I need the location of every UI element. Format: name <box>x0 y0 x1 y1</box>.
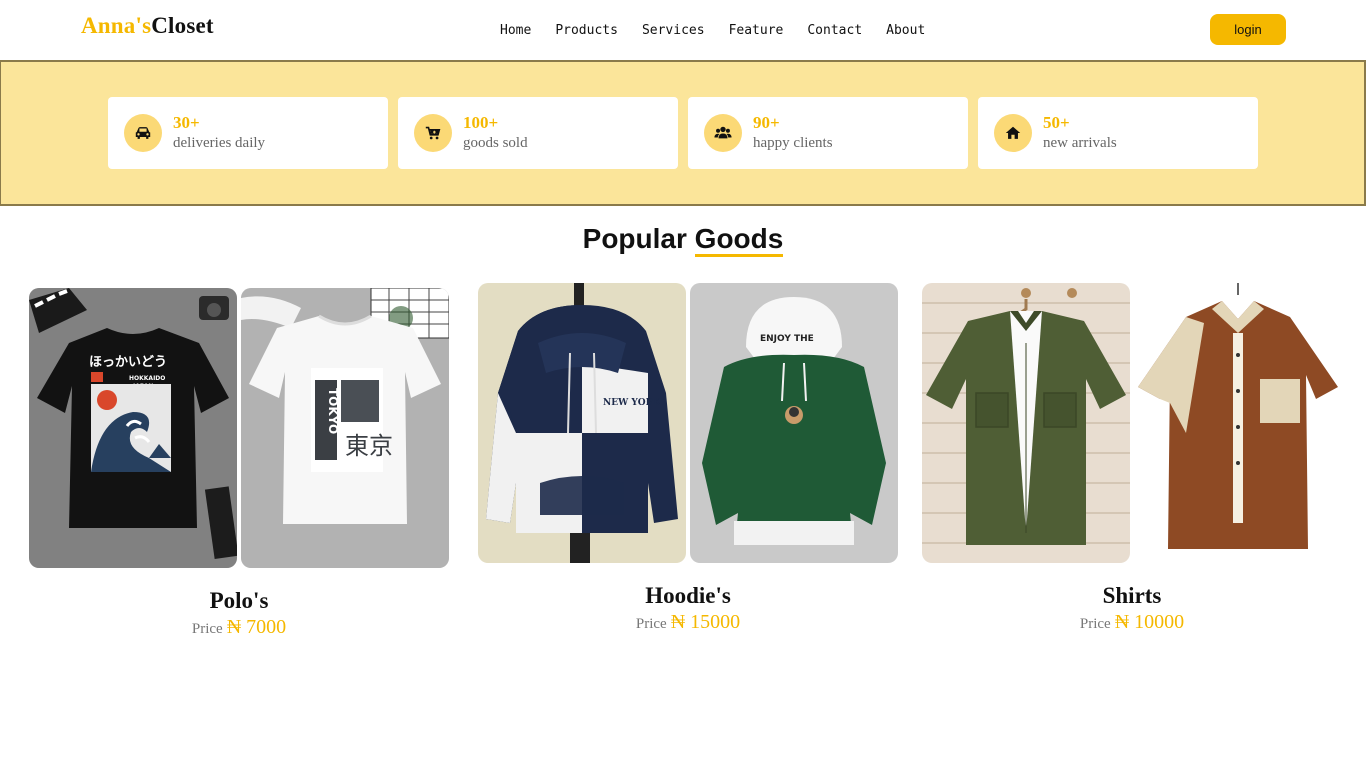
section-title-plain: Popular <box>582 223 687 254</box>
stat-card-clients: 90+ happy clients <box>688 97 968 169</box>
svg-text:TOKYO: TOKYO <box>326 388 340 434</box>
nav-contact[interactable]: Contact <box>807 23 862 38</box>
nav-feature[interactable]: Feature <box>729 23 784 38</box>
home-icon <box>994 114 1032 152</box>
brand-first: Anna's <box>81 13 152 38</box>
product-name: Polo's <box>209 588 269 613</box>
stat-label: deliveries daily <box>173 135 266 151</box>
cart-icon <box>414 114 452 152</box>
product-price: Price ₦ 10000 <box>922 611 1342 634</box>
nav-products[interactable]: Products <box>555 23 618 38</box>
stat-label: goods sold <box>463 135 528 151</box>
section-title: Popular Goods <box>0 223 1366 257</box>
stat-label: new arrivals <box>1043 135 1117 151</box>
nav-about[interactable]: About <box>886 23 925 38</box>
svg-text:NEW YORK: NEW YORK <box>603 398 662 408</box>
section-title-underlined: Goods <box>694 223 784 257</box>
nav-home[interactable]: Home <box>500 23 531 38</box>
car-icon <box>124 114 162 152</box>
stat-label: happy clients <box>753 135 833 151</box>
product-image-olive-shirt[interactable] <box>922 283 1130 563</box>
stat-card-deliveries: 30+ deliveries daily <box>108 97 388 169</box>
product-price: Price ₦ 15000 <box>478 611 898 634</box>
svg-text:HOKKAIDO: HOKKAIDO <box>129 375 165 382</box>
price-value: ₦ 10000 <box>1114 611 1185 633</box>
svg-text:ほっかいどう: ほっかいどう <box>89 355 167 370</box>
stat-value: 90+ <box>753 113 780 132</box>
brand-logo[interactable]: Anna'sCloset <box>81 13 214 39</box>
users-icon <box>704 114 742 152</box>
login-button[interactable]: login <box>1210 14 1286 45</box>
nav-services[interactable]: Services <box>642 23 705 38</box>
stat-value: 30+ <box>173 113 200 132</box>
product-image-black-tshirt[interactable]: ほっかいどう HOKKAIDO JAPAN <box>29 288 237 568</box>
product-images: NEW YORK ENJOY THE <box>478 283 898 563</box>
product-price: Price ₦ 7000 <box>29 616 449 639</box>
stats-band: 30+ deliveries daily 100+ goods sold 90+… <box>0 60 1366 206</box>
svg-text:ENJOY THE: ENJOY THE <box>760 334 814 344</box>
price-value: ₦ 15000 <box>670 611 741 633</box>
header: Anna'sCloset Home Products Services Feat… <box>0 0 1366 60</box>
stat-value: 100+ <box>463 113 499 132</box>
product-card-hoodies[interactable]: NEW YORK ENJOY THE Hoodie's Price ₦ 1500… <box>478 283 898 643</box>
stat-value: 50+ <box>1043 113 1070 132</box>
product-image-white-tshirt[interactable]: TOKYO 東京 <box>241 288 449 568</box>
product-card-polos[interactable]: ほっかいどう HOKKAIDO JAPAN <box>29 288 449 648</box>
price-value: ₦ 7000 <box>226 616 287 638</box>
stat-card-arrivals: 50+ new arrivals <box>978 97 1258 169</box>
price-label: Price <box>635 616 667 632</box>
main-nav: Home Products Services Feature Contact A… <box>500 23 925 38</box>
stat-card-goods: 100+ goods sold <box>398 97 678 169</box>
brand-second: Closet <box>151 13 214 38</box>
product-image-navy-hoodie[interactable]: NEW YORK <box>478 283 686 563</box>
product-images <box>922 283 1342 563</box>
product-name: Shirts <box>1102 583 1162 608</box>
product-card-shirts[interactable]: Shirts Price ₦ 10000 <box>922 283 1342 643</box>
price-label: Price <box>191 621 223 637</box>
product-image-green-hoodie[interactable]: ENJOY THE <box>690 283 898 563</box>
product-name: Hoodie's <box>645 583 731 608</box>
product-image-brown-shirt[interactable] <box>1134 283 1342 563</box>
svg-text:東京: 東京 <box>345 432 393 460</box>
price-label: Price <box>1079 616 1111 632</box>
product-images: ほっかいどう HOKKAIDO JAPAN <box>29 288 449 568</box>
